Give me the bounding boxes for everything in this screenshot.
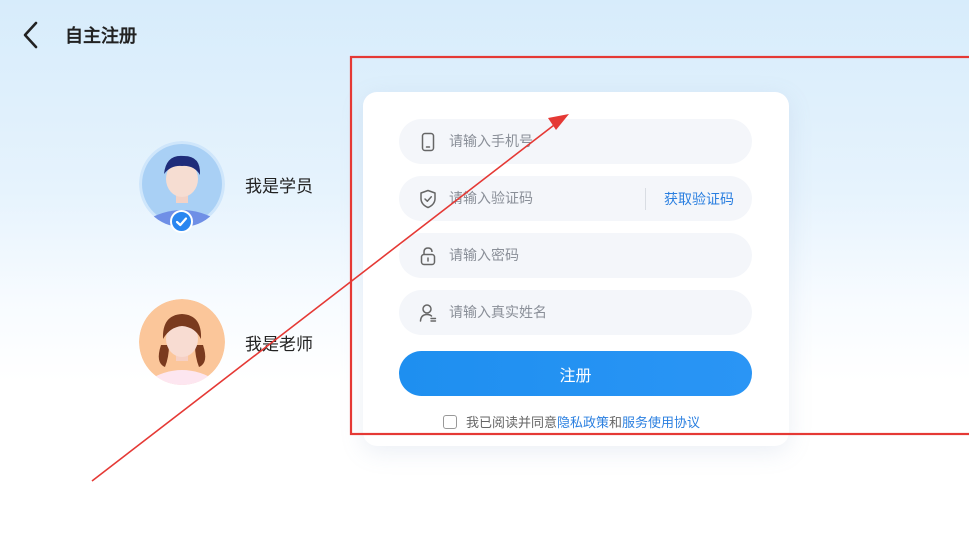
get-code-button[interactable]: 获取验证码 [664,189,734,209]
agreement-row: 我已阅读并同意 隐私政策 和 服务使用协议 [443,412,700,431]
privacy-policy-link[interactable]: 隐私政策 [557,412,609,431]
code-field[interactable]: 获取验证码 [399,176,752,221]
role-option-student[interactable]: 我是学员 [139,141,313,233]
teacher-avatar [139,299,225,385]
phone-icon [421,132,435,151]
lock-icon [420,246,436,265]
header-bar: 自主注册 [0,0,969,70]
agreement-checkbox[interactable] [443,414,457,429]
phone-input[interactable] [447,120,752,163]
teacher-avatar-icon [139,299,225,385]
password-input[interactable] [447,234,752,277]
role-label-student: 我是学员 [245,176,313,197]
name-field[interactable] [399,290,752,335]
service-agreement-link[interactable]: 服务使用协议 [622,412,700,431]
shield-check-icon [420,189,436,208]
code-input[interactable] [447,177,645,220]
register-button[interactable]: 注册 [399,351,752,396]
password-field[interactable] [399,233,752,278]
selected-check-badge [170,210,193,233]
chevron-left-icon [23,21,38,49]
page-title: 自主注册 [65,26,137,47]
code-divider [645,187,646,210]
user-icon [419,303,437,322]
agreement-prefix: 我已阅读并同意 [466,416,558,431]
register-card: 获取验证码 注册 我已阅读并同意 隐私政策 和 服务使用协议 [363,92,789,446]
check-icon [175,217,188,227]
agreement-and: 和 [609,416,623,431]
student-avatar [139,141,225,233]
role-label-teacher: 我是老师 [245,334,313,355]
name-input[interactable] [447,291,752,334]
phone-field[interactable] [399,119,752,164]
role-option-teacher[interactable]: 我是老师 [139,299,313,385]
back-button[interactable] [18,18,48,52]
